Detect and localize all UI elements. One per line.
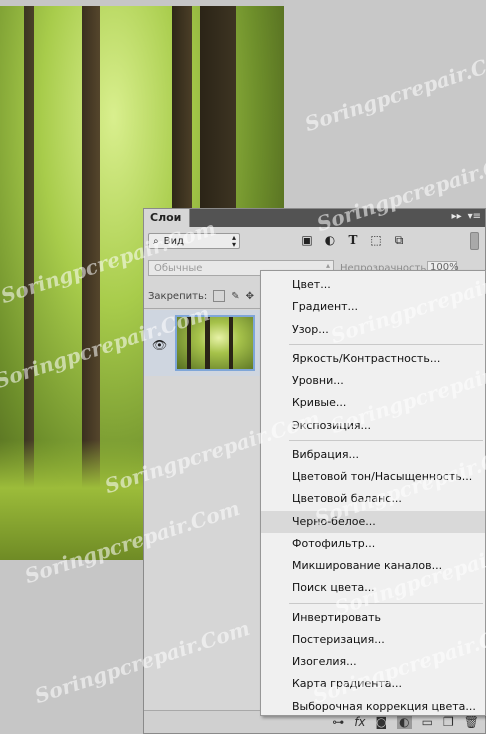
lock-image-brush-icon[interactable]: ✎ [231,291,239,302]
menu-item[interactable]: Микширование каналов... [261,555,485,577]
panel-menu-icon[interactable]: ▾≡ [468,211,481,222]
menu-item[interactable]: Цветовой баланс... [261,488,485,510]
menu-item[interactable]: Карта градиента... [261,673,485,695]
menu-item[interactable]: Кривые... [261,392,485,414]
menu-item[interactable]: Поиск цвета... [261,577,485,599]
layer-row[interactable]: 👁 [144,310,264,376]
menu-item[interactable]: Выборочная коррекция цвета... [261,696,485,718]
menu-item[interactable]: Яркость/Контрастность... [261,348,485,370]
lock-label: Закрепить: [148,290,208,302]
menu-item[interactable]: Цвет... [261,274,485,296]
menu-item[interactable]: Вибрация... [261,444,485,466]
new-adjustment-layer-menu: Цвет... Градиент... Узор... Яркость/Контрас… [260,270,486,716]
canvas-background [284,0,486,210]
menu-item[interactable]: Уровни... [261,370,485,392]
layer-thumbnail[interactable] [175,315,255,371]
menu-item[interactable]: Градиент... [261,296,485,318]
visibility-eye-icon[interactable]: 👁 [152,338,167,352]
menu-item[interactable]: Фотофильтр... [261,533,485,555]
kind-filter-select[interactable]: ⌕ Вид ▴ ▾ [148,233,240,249]
panel-header: Слои ▸▸ ▾≡ [144,209,485,227]
kind-filter-label: Вид [163,235,184,247]
menu-separator [289,343,483,345]
menu-item[interactable]: Изогелия... [261,651,485,673]
shape-layer-filter-icon[interactable]: ⬚ [369,233,383,247]
menu-separator [289,602,483,604]
search-icon: ⌕ [153,235,159,247]
lock-position-icon[interactable]: ✥ [246,291,254,302]
spinner-icon: ▴▾ [231,233,236,249]
menu-item[interactable]: Узор... [261,319,485,341]
menu-item[interactable]: Постеризация... [261,629,485,651]
tab-layers[interactable]: Слои [144,209,191,227]
pixel-layer-filter-icon[interactable]: ▣ [300,233,314,247]
collapse-icon[interactable]: ▸▸ [452,211,462,222]
menu-item[interactable]: Цветовой тон/Насыщенность... [261,466,485,488]
menu-separator [289,439,483,441]
lock-transparent-icon[interactable] [213,290,226,302]
adjustment-layer-filter-icon[interactable]: ◐ [323,233,337,247]
blend-mode-value: Обычные [154,262,203,274]
menu-item[interactable]: Черно-белое... [261,510,485,533]
menu-item[interactable]: Инвертировать [261,607,485,629]
smart-object-filter-icon[interactable]: ⧉ [392,233,406,247]
type-layer-filter-icon[interactable]: T [346,233,360,247]
menu-item[interactable]: Экспозиция... [261,415,485,437]
filter-toggle[interactable] [470,232,479,250]
